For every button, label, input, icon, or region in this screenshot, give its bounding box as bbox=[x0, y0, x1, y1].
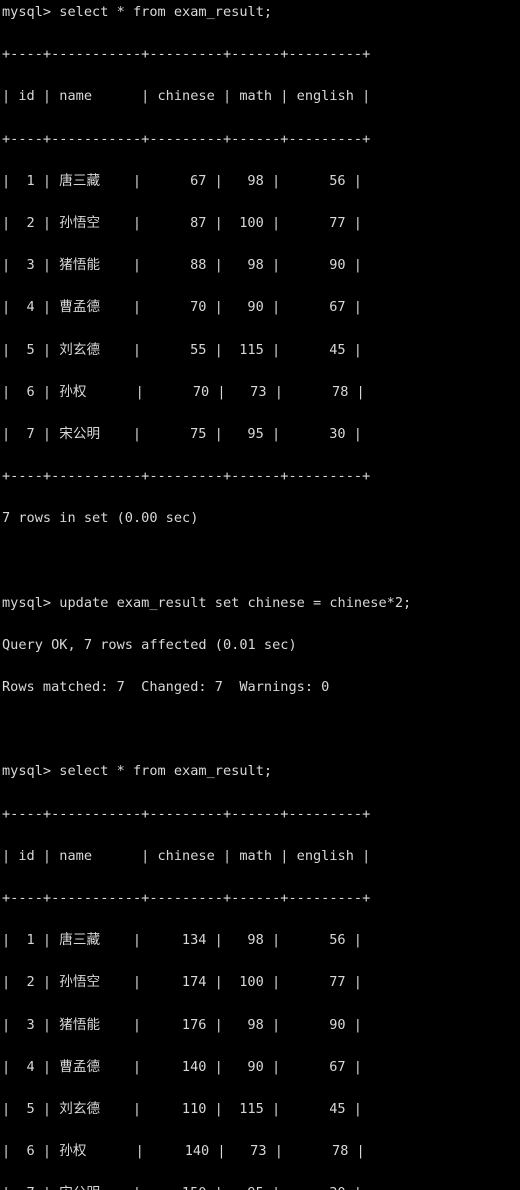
cjk-glyph: 曹 bbox=[59, 299, 73, 316]
table-row: | 2 | 孙悟空 | 87 | 100 | 77 | bbox=[2, 214, 362, 231]
cjk-glyph: 明 bbox=[86, 425, 101, 442]
cjk-glyph: 能 bbox=[86, 257, 101, 274]
cjk-glyph: 宋 bbox=[59, 425, 73, 442]
cjk-glyph: 空 bbox=[86, 214, 101, 231]
cjk-glyph: 宋 bbox=[59, 1185, 73, 1190]
table-row: | 3 | 猪悟能 | 88 | 98 | 90 | bbox=[2, 257, 362, 274]
table-row: | 5 | 刘玄德 | 110 | 115 | 45 | bbox=[2, 1100, 362, 1117]
cjk-glyph: 悟 bbox=[72, 1016, 87, 1033]
cjk-glyph: 唐 bbox=[59, 172, 73, 189]
cjk-glyph: 悟 bbox=[72, 214, 87, 231]
cjk-glyph: 明 bbox=[86, 1185, 100, 1190]
cjk-glyph: 公 bbox=[72, 425, 87, 442]
table-border-mid-before: +----+-----------+---------+------+-----… bbox=[2, 130, 371, 147]
table-row: | 1 | 唐三藏 | 134 | 98 | 56 | bbox=[2, 932, 362, 949]
prompt-select-2: mysql> select * from exam_result; bbox=[2, 763, 273, 780]
status-query-ok: Query OK, 7 rows affected (0.01 sec) bbox=[2, 636, 297, 653]
cjk-glyph: 悟 bbox=[72, 257, 87, 274]
prompt-select-1: mysql> select * from exam_result; bbox=[2, 4, 273, 20]
cjk-glyph: 三 bbox=[72, 932, 87, 949]
table-row: | 6 | 孙权 | 70 | 73 | 78 | bbox=[2, 383, 365, 400]
cjk-glyph: 能 bbox=[86, 1016, 101, 1033]
cjk-glyph: 藏 bbox=[86, 932, 101, 949]
table-header-before: | id | name | chinese | math | english | bbox=[2, 88, 371, 105]
table-row: | 2 | 孙悟空 | 174 | 100 | 77 | bbox=[2, 974, 362, 991]
terminal-screen[interactable]: mysql> select * from exam_result; +----+… bbox=[0, 0, 520, 1190]
cjk-glyph: 德 bbox=[86, 299, 101, 316]
cjk-glyph: 孙 bbox=[59, 1143, 73, 1160]
cjk-glyph: 德 bbox=[86, 1058, 101, 1075]
table-border-top-before: +----+-----------+---------+------+-----… bbox=[2, 46, 371, 63]
cjk-glyph: 猪 bbox=[59, 1016, 73, 1033]
cjk-glyph: 权 bbox=[72, 1143, 87, 1160]
table-row: | 7 | 宋公明 | 150 | 95 | 30 | bbox=[2, 1183, 520, 1190]
cjk-glyph: 三 bbox=[72, 172, 87, 189]
table-row: | 4 | 曹孟德 | 140 | 90 | 67 | bbox=[2, 1058, 362, 1075]
cjk-glyph: 孟 bbox=[72, 299, 87, 316]
cjk-glyph: 唐 bbox=[59, 932, 73, 949]
cjk-glyph: 孙 bbox=[59, 214, 73, 231]
table-border-mid-after: +----+-----------+---------+------+-----… bbox=[2, 889, 371, 906]
cjk-glyph: 玄 bbox=[72, 341, 87, 358]
cjk-glyph: 孙 bbox=[59, 383, 73, 400]
cjk-glyph: 德 bbox=[86, 341, 101, 358]
table-row: | 1 | 唐三藏 | 67 | 98 | 56 | bbox=[2, 172, 362, 189]
table-row: | 4 | 曹孟德 | 70 | 90 | 67 | bbox=[2, 299, 362, 316]
cjk-glyph: 德 bbox=[86, 1100, 101, 1117]
cjk-glyph: 空 bbox=[86, 974, 101, 991]
cjk-glyph: 孙 bbox=[59, 974, 73, 991]
cjk-glyph: 玄 bbox=[72, 1100, 87, 1117]
table-row: | 3 | 猪悟能 | 176 | 98 | 90 | bbox=[2, 1016, 362, 1033]
cjk-glyph: 刘 bbox=[59, 341, 73, 358]
status-rows-matched: Rows matched: 7 Changed: 7 Warnings: 0 bbox=[2, 679, 330, 695]
table-row: | 5 | 刘玄德 | 55 | 115 | 45 | bbox=[2, 341, 362, 358]
cjk-glyph: 猪 bbox=[59, 257, 73, 274]
table-border-top-after: +----+-----------+---------+------+-----… bbox=[2, 805, 371, 822]
status-rows-in-set-1: 7 rows in set (0.00 sec) bbox=[2, 510, 199, 527]
cjk-glyph: 曹 bbox=[59, 1058, 73, 1075]
cjk-glyph: 孟 bbox=[72, 1058, 87, 1075]
cjk-glyph: 悟 bbox=[72, 974, 87, 991]
cjk-glyph: 刘 bbox=[59, 1100, 73, 1117]
cjk-glyph: 权 bbox=[72, 383, 87, 400]
table-row: | 6 | 孙权 | 140 | 73 | 78 | bbox=[2, 1143, 365, 1160]
table-header-after: | id | name | chinese | math | english | bbox=[2, 847, 371, 864]
cjk-glyph: 公 bbox=[73, 1185, 87, 1190]
cjk-glyph: 藏 bbox=[86, 172, 101, 189]
table-border-bottom-before: +----+-----------+---------+------+-----… bbox=[2, 468, 371, 485]
prompt-update: mysql> update exam_result set chinese = … bbox=[2, 594, 412, 611]
table-row: | 7 | 宋公明 | 75 | 95 | 30 | bbox=[2, 425, 362, 442]
